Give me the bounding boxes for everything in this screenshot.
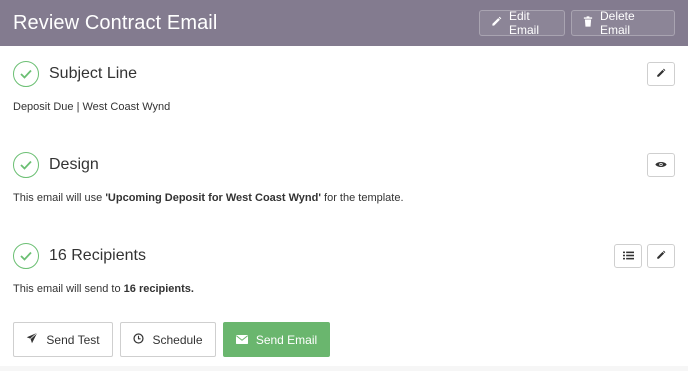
bottom-divider: [0, 366, 688, 371]
view-recipients-button[interactable]: [614, 244, 642, 268]
schedule-button[interactable]: Schedule: [120, 322, 216, 357]
clock-icon: [133, 332, 145, 347]
send-email-label: Send Email: [255, 332, 318, 347]
delete-email-label: Delete Email: [600, 9, 635, 37]
send-email-button[interactable]: Send Email: [223, 322, 330, 357]
subject-title: Subject Line: [49, 65, 138, 82]
pencil-icon: [656, 65, 666, 83]
schedule-label: Schedule: [152, 332, 203, 347]
edit-subject-button[interactable]: [647, 62, 675, 86]
check-icon: [13, 152, 39, 178]
header-bar: Review Contract Email Edit Email Delete …: [0, 0, 688, 46]
paper-plane-icon: [26, 332, 38, 347]
check-icon: [13, 243, 39, 269]
recipients-count: 16 recipients.: [123, 283, 194, 295]
design-title: Design: [49, 156, 99, 173]
trash-icon: [583, 16, 593, 30]
delete-email-button[interactable]: Delete Email: [571, 9, 675, 37]
eye-icon: [655, 156, 667, 174]
recipients-section: 16 Recipients This email will send to 16…: [13, 243, 675, 295]
subject-section: Subject Line Deposit Due | West Coast Wy…: [13, 61, 675, 113]
recipients-description: This email will send to 16 recipients.: [13, 283, 675, 295]
pencil-icon: [491, 16, 502, 30]
edit-recipients-button[interactable]: [647, 244, 675, 268]
edit-email-button[interactable]: Edit Email: [479, 9, 565, 37]
action-bar: Send Test Schedule Send Email: [13, 322, 330, 357]
page-title: Review Contract Email: [13, 11, 218, 34]
check-icon: [13, 61, 39, 87]
edit-email-label: Edit Email: [509, 9, 540, 37]
recipients-title: 16 Recipients: [49, 247, 146, 264]
design-description: This email will use 'Upcoming Deposit fo…: [13, 192, 675, 204]
list-icon: [622, 247, 634, 265]
subject-value: Deposit Due | West Coast Wynd: [13, 101, 171, 113]
envelope-icon: [235, 333, 248, 347]
design-text-before: This email will use: [13, 192, 106, 204]
design-section: Design This email will use 'Upcoming Dep…: [13, 152, 675, 204]
design-text-after: for the template.: [320, 192, 404, 204]
recipients-text-before: This email will send to: [13, 283, 124, 295]
send-test-label: Send Test: [46, 332, 100, 347]
pencil-icon: [656, 247, 666, 265]
template-name: 'Upcoming Deposit for West Coast Wynd': [105, 192, 321, 204]
preview-design-button[interactable]: [647, 153, 675, 177]
send-test-button[interactable]: Send Test: [13, 322, 113, 357]
